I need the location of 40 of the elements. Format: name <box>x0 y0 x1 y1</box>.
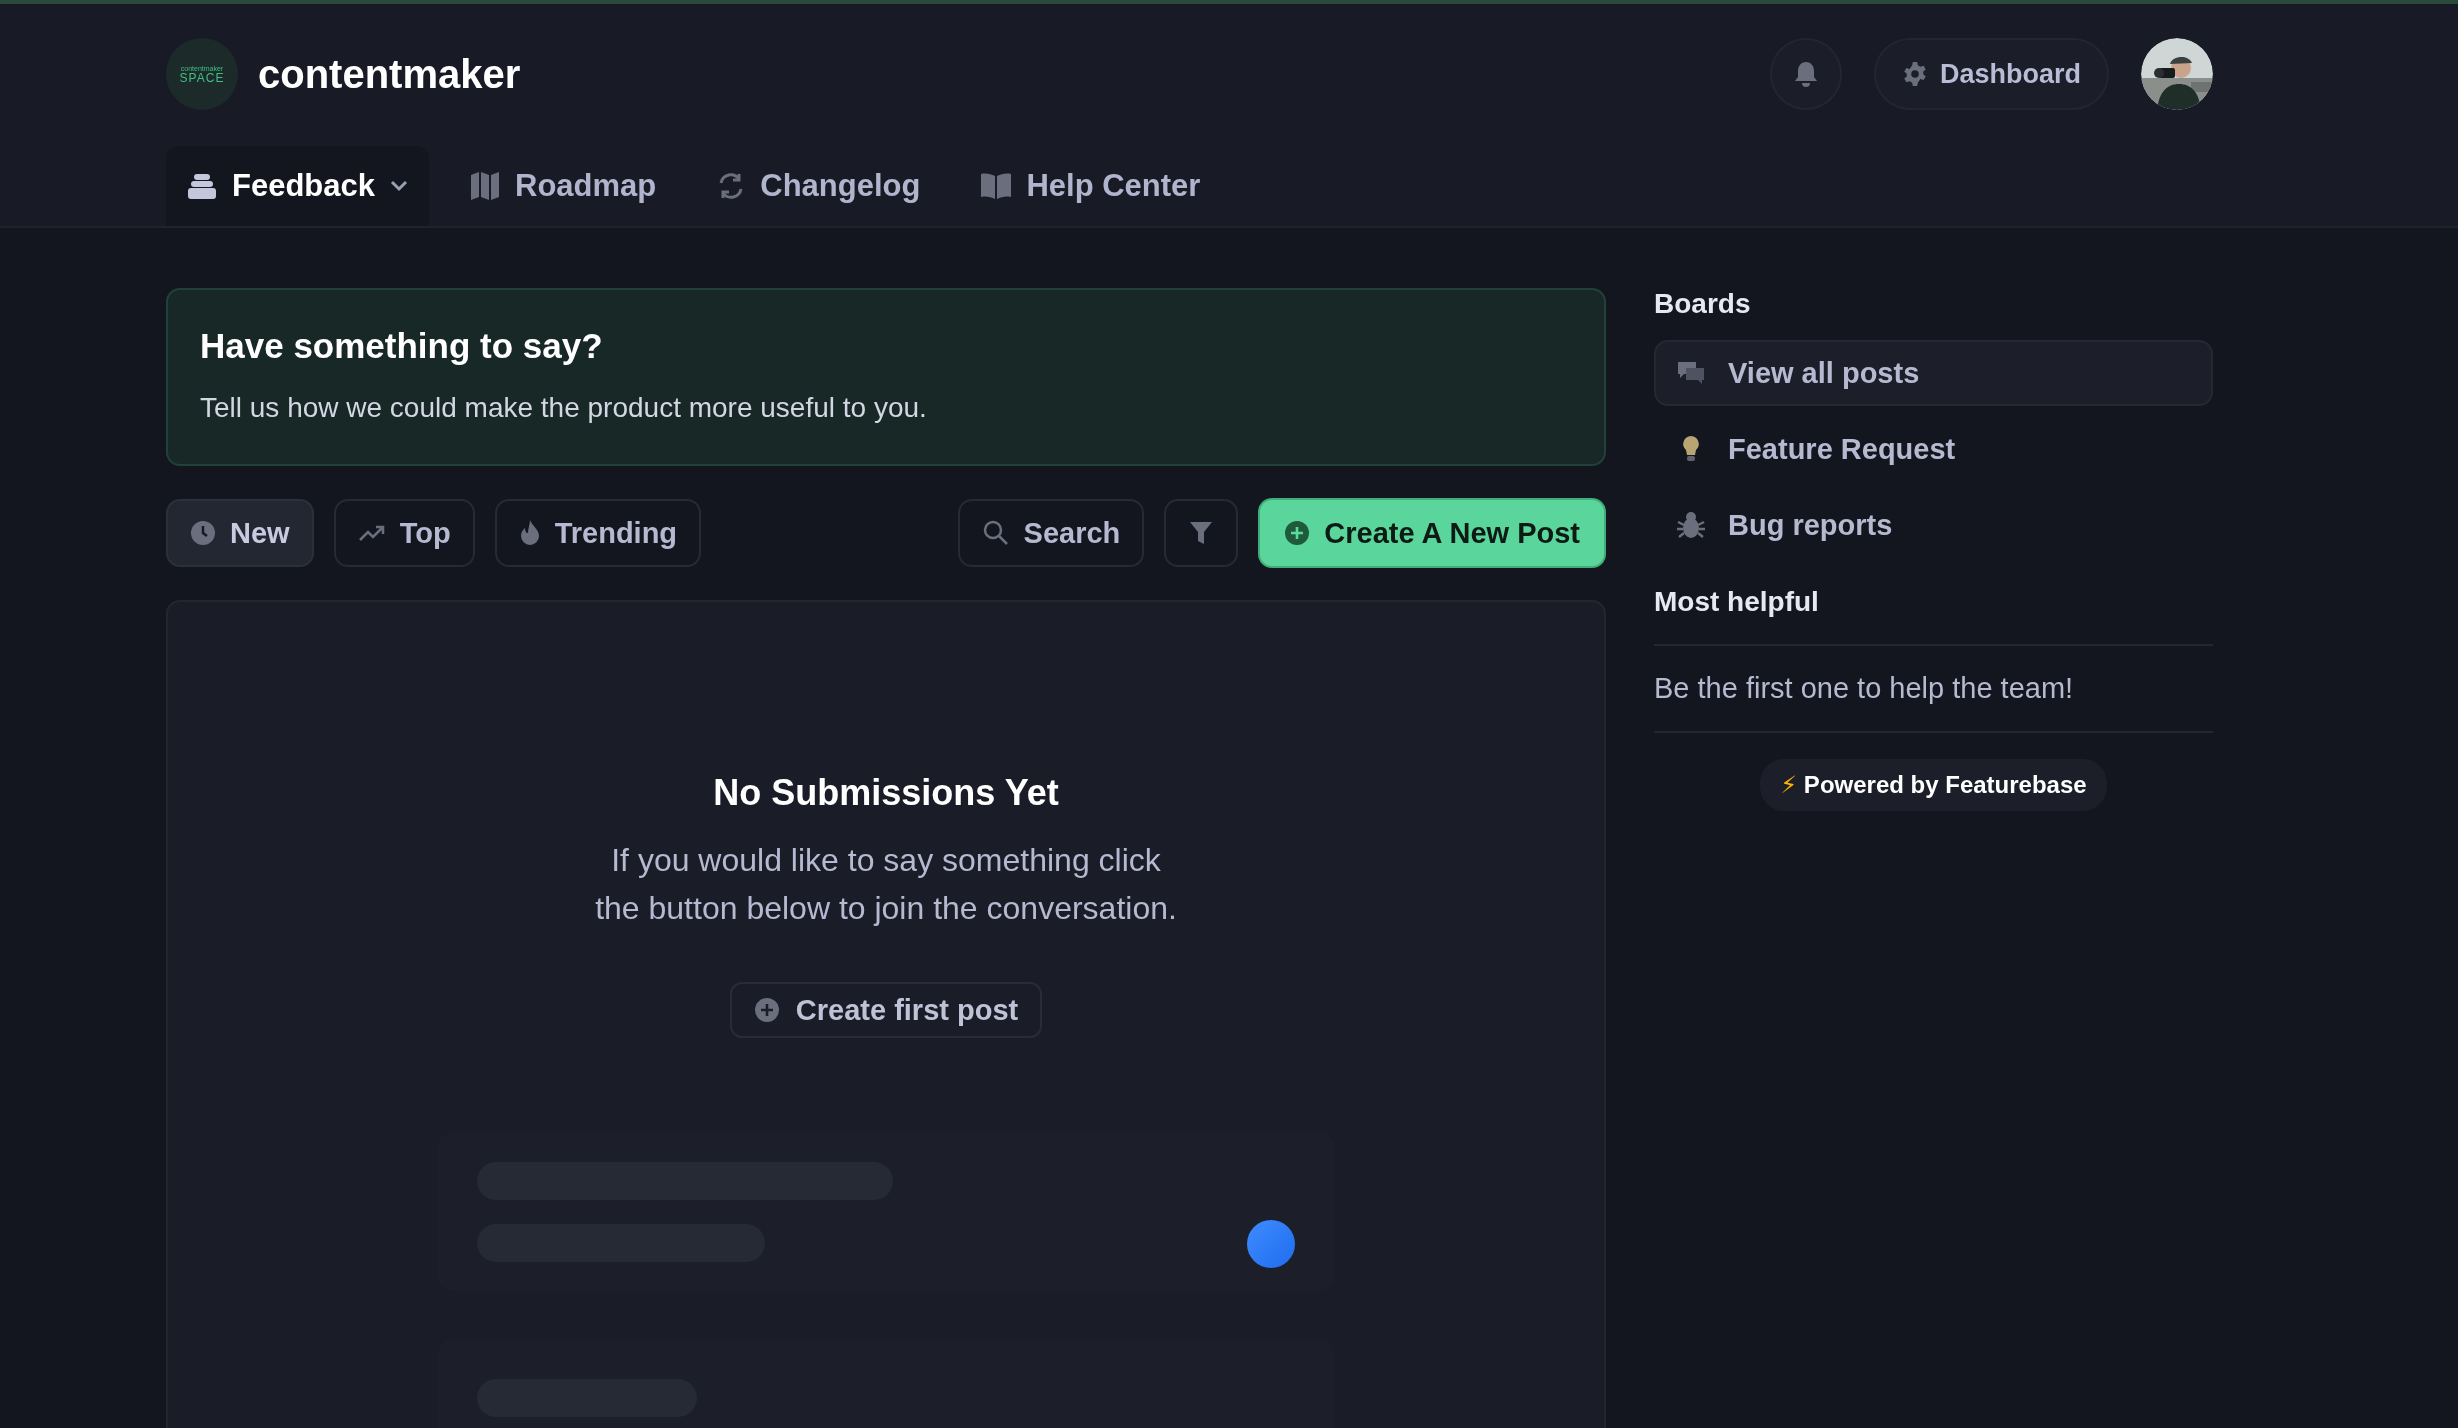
plus-circle-icon <box>1284 520 1311 546</box>
map-icon <box>469 171 501 201</box>
create-first-post-button[interactable]: Create first post <box>729 982 1043 1039</box>
bell-icon <box>1792 60 1819 88</box>
placeholder-avatar <box>1247 1219 1295 1268</box>
stack-icon <box>186 172 218 200</box>
search-icon <box>981 519 1010 547</box>
board-item[interactable]: Feature Request <box>1654 416 2213 482</box>
filter-button[interactable] <box>1164 499 1239 567</box>
board-item[interactable]: Bug reports <box>1654 492 2213 558</box>
banner-title: Have something to say? <box>200 326 604 366</box>
plus-circle-icon <box>753 997 780 1024</box>
empty-title: No Submissions Yet <box>713 772 1059 814</box>
flame-icon <box>518 519 541 547</box>
dashboard-button[interactable]: Dashboard <box>1873 38 2109 110</box>
book-icon <box>980 172 1013 200</box>
chevron-down-icon <box>389 179 409 193</box>
sort-button[interactable]: Top <box>333 499 475 567</box>
nav-tab[interactable]: Feedback <box>166 146 429 226</box>
most-helpful-title: Most helpful <box>1654 586 1820 618</box>
empty-text: If you would like to say something click the button below to join the conversation. <box>595 841 1177 928</box>
nav-tab[interactable]: Changelog <box>696 146 941 226</box>
bug-icon <box>1676 510 1706 540</box>
sort-button[interactable]: Trending <box>494 499 702 567</box>
logo-text: SPACE <box>179 71 225 84</box>
clock-icon <box>190 520 216 546</box>
nav-tab[interactable]: Roadmap <box>449 146 677 226</box>
filter-icon <box>1189 520 1214 546</box>
trend-up-icon <box>357 523 386 543</box>
brand-name[interactable]: contentmaker <box>258 51 521 97</box>
powered-by-link[interactable]: ⚡ Powered by Featurebase <box>1760 759 2107 811</box>
settings-icon <box>1901 61 1928 87</box>
nav-tab[interactable]: Help Center <box>960 146 1221 226</box>
search-button[interactable]: Search <box>957 499 1145 567</box>
banner-text: Tell us how we could make the product more useful to you. <box>200 392 928 424</box>
boards-title: Boards <box>1654 288 1752 320</box>
create-post-button[interactable]: Create A New Post <box>1258 498 1606 568</box>
board-item[interactable]: View all posts <box>1654 340 2213 406</box>
most-helpful-text: Be the first one to help the team! <box>1654 672 2075 705</box>
sort-button[interactable]: New <box>166 499 314 567</box>
